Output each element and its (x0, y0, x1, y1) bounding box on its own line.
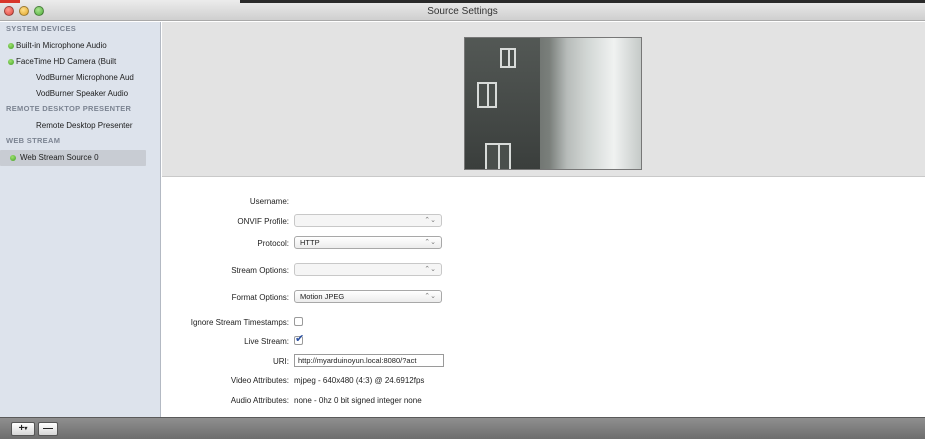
status-dot-icon (8, 59, 14, 65)
sidebar-item-label: Web Stream Source 0 (20, 153, 99, 162)
stream-options-row: Stream Options: ⌃⌄ (162, 263, 925, 279)
onvif-profile-row: ONVIF Profile: ⌃⌄ (162, 214, 925, 230)
protocol-row: Protocol: HTTP ⌃⌄ (162, 236, 925, 252)
sidebar-item-label: VodBurner Speaker Audio (36, 89, 129, 98)
select-arrows-icon: ⌃⌄ (424, 217, 436, 224)
sidebar-item-label: Built-in Microphone Audio (16, 41, 107, 50)
video-attributes-value: mjpeg - 640x480 (4:3) @ 24.6912fps (294, 376, 425, 385)
preview-window-shape (477, 82, 497, 108)
stream-options-select[interactable]: ⌃⌄ (294, 263, 442, 276)
title-accent (0, 0, 20, 3)
top-stripe (240, 0, 925, 3)
uri-row: URI: http://myarduinoyun.local:8080/?act (162, 354, 925, 370)
username-label: Username: (249, 197, 289, 206)
format-options-select[interactable]: Motion JPEG ⌃⌄ (294, 290, 442, 303)
preview-window-shape (500, 48, 516, 68)
uri-input[interactable]: http://myarduinoyun.local:8080/?act (294, 354, 444, 367)
video-preview (464, 37, 642, 170)
format-options-row: Format Options: Motion JPEG ⌃⌄ (162, 290, 925, 306)
format-options-label: Format Options: (231, 293, 289, 302)
ignore-timestamps-row: Ignore Stream Timestamps: (162, 315, 925, 331)
onvif-profile-label: ONVIF Profile: (237, 217, 289, 226)
status-dot-icon (8, 43, 14, 49)
dropdown-caret-icon: ▾ (24, 426, 28, 432)
window-title: Source Settings (427, 6, 498, 17)
select-arrows-icon: ⌃⌄ (424, 266, 436, 273)
protocol-label: Protocol: (257, 239, 289, 248)
sidebar-item-label: FaceTime HD Camera (Built (16, 57, 117, 66)
bottom-toolbar: +▾ — (0, 417, 925, 439)
title-bar: Source Settings (0, 0, 925, 21)
sidebar-item-label: Remote Desktop Presenter (36, 121, 133, 130)
format-options-value: Motion JPEG (300, 292, 345, 301)
remove-icon: — (43, 423, 53, 434)
sidebar-item-builtin-microphone[interactable]: Built-in Microphone Audio (0, 38, 160, 54)
protocol-value: HTTP (300, 238, 320, 247)
sidebar-item-vodburner-speaker[interactable]: VodBurner Speaker Audio (0, 86, 160, 102)
audio-attributes-value: none - 0hz 0 bit signed integer none (294, 396, 422, 405)
video-attributes-label: Video Attributes: (230, 376, 289, 385)
group-header-web-stream: WEB STREAM (6, 136, 61, 145)
stream-options-label: Stream Options: (231, 266, 289, 275)
sidebar-item-web-stream-source[interactable]: Web Stream Source 0 (0, 150, 146, 166)
select-arrows-icon: ⌃⌄ (424, 293, 436, 300)
source-sidebar: SYSTEM DEVICES Built-in Microphone Audio… (0, 22, 161, 417)
live-stream-label: Live Stream: (244, 337, 289, 346)
ignore-timestamps-label: Ignore Stream Timestamps: (190, 318, 289, 327)
username-row: Username: (162, 194, 925, 210)
status-dot-icon (10, 155, 16, 161)
uri-label: URI: (273, 357, 289, 366)
sidebar-item-vodburner-microphone[interactable]: VodBurner Microphone Aud (0, 70, 160, 86)
sidebar-item-facetime-camera[interactable]: FaceTime HD Camera (Built (0, 54, 160, 70)
source-settings-form: Username: ONVIF Profile: ⌃⌄ Protocol: HT… (162, 178, 925, 417)
audio-attributes-row: Audio Attributes: none - 0hz 0 bit signe… (162, 393, 925, 409)
sidebar-item-remote-desktop-presenter[interactable]: Remote Desktop Presenter (0, 118, 160, 134)
remove-source-button[interactable]: — (38, 422, 58, 436)
add-source-button[interactable]: +▾ (11, 422, 35, 436)
select-arrows-icon: ⌃⌄ (424, 239, 436, 246)
group-header-remote-desktop: REMOTE DESKTOP PRESENTER (6, 104, 132, 113)
audio-attributes-label: Audio Attributes: (230, 396, 289, 405)
onvif-profile-select[interactable]: ⌃⌄ (294, 214, 442, 227)
live-stream-checkbox[interactable] (294, 332, 304, 345)
video-attributes-row: Video Attributes: mjpeg - 640x480 (4:3) … (162, 373, 925, 389)
group-header-system-devices: SYSTEM DEVICES (6, 24, 77, 33)
preview-curtain (585, 38, 641, 169)
preview-area (162, 22, 925, 177)
live-stream-row: Live Stream: (162, 332, 925, 350)
protocol-select[interactable]: HTTP ⌃⌄ (294, 236, 442, 249)
sidebar-item-label: VodBurner Microphone Aud (36, 73, 134, 82)
preview-window-shape (485, 143, 511, 169)
ignore-timestamps-checkbox[interactable] (294, 317, 303, 326)
